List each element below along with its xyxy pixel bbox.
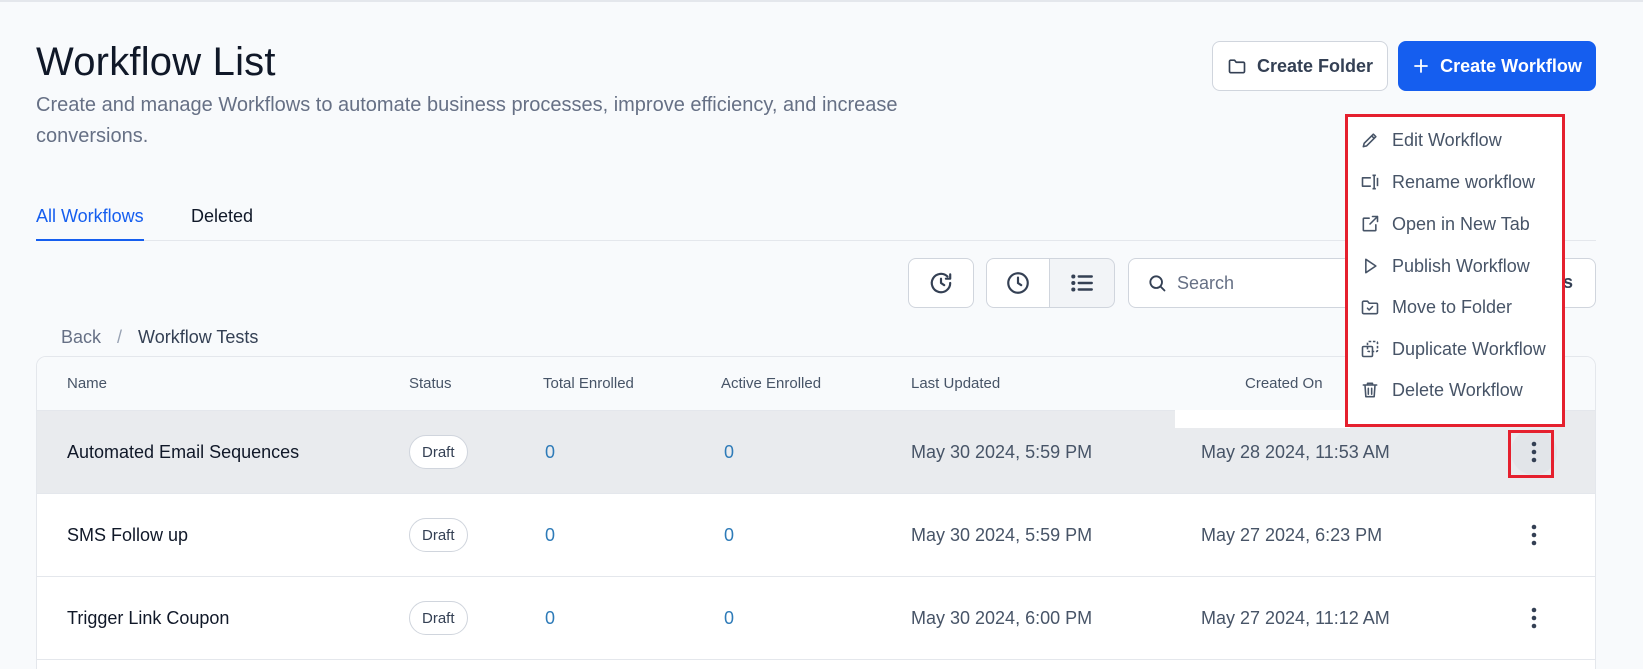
tab-all-workflows[interactable]: All Workflows — [36, 206, 144, 241]
column-header-last-updated[interactable]: Last Updated — [911, 375, 1000, 392]
row-actions-button[interactable] — [1511, 512, 1557, 558]
last-updated-date: May 30 2024, 5:59 PM — [911, 442, 1093, 462]
list-view-button[interactable] — [1049, 258, 1115, 308]
total-enrolled-count[interactable]: 0 — [545, 525, 555, 546]
workflow-name[interactable]: SMS Follow up — [67, 525, 188, 546]
menu-item-label: Publish Workflow — [1392, 255, 1530, 276]
status-badge: Draft — [409, 435, 468, 469]
table-row[interactable]: SMS Follow up Draft 0 0 May 30 2024, 5:5… — [37, 494, 1595, 577]
highlight-annotation-box — [1508, 430, 1554, 478]
create-folder-label: Create Folder — [1256, 55, 1374, 76]
total-enrolled-count[interactable]: 0 — [545, 608, 555, 629]
menu-item-edit-workflow[interactable]: Edit Workflow — [1360, 125, 1502, 155]
menu-item-label: Open in New Tab — [1392, 213, 1530, 234]
last-updated-date: May 30 2024, 6:00 PM — [911, 608, 1093, 628]
menu-item-label: Delete Workflow — [1392, 379, 1523, 400]
breadcrumb: Back / Workflow Tests — [61, 327, 258, 348]
create-workflow-button[interactable]: Create Workflow — [1398, 41, 1596, 91]
more-vertical-icon — [1531, 524, 1537, 546]
trash-icon — [1362, 382, 1378, 398]
breadcrumb-current: Workflow Tests — [138, 327, 259, 347]
workflow-name[interactable]: Automated Email Sequences — [67, 442, 299, 463]
history-icon — [930, 272, 952, 294]
status-badge: Draft — [409, 601, 468, 635]
menu-item-open-new-tab[interactable]: Open in New Tab — [1360, 209, 1530, 239]
column-header-total-enrolled[interactable]: Total Enrolled — [543, 375, 634, 392]
menu-shadow-panel — [1175, 410, 1350, 428]
row-actions-menu: Edit Workflow Rename workflow Open in Ne… — [1345, 114, 1565, 427]
duplicate-icon — [1361, 340, 1379, 358]
status-badge: Draft — [409, 518, 468, 552]
create-folder-button[interactable]: Create Folder — [1212, 41, 1388, 91]
menu-item-label: Duplicate Workflow — [1392, 338, 1546, 359]
history-button[interactable] — [908, 258, 974, 308]
active-enrolled-count[interactable]: 0 — [724, 608, 734, 629]
created-on-date: May 27 2024, 11:12 AM — [1201, 608, 1390, 628]
row-actions-button[interactable] — [1511, 595, 1557, 641]
page-description: Create and manage Workflows to automate … — [36, 94, 898, 147]
last-updated-date: May 30 2024, 5:59 PM — [911, 525, 1093, 545]
menu-item-rename-workflow[interactable]: Rename workflow — [1360, 167, 1535, 197]
clock-icon — [1007, 272, 1029, 294]
more-vertical-icon — [1531, 607, 1537, 629]
table-row[interactable]: Trigger Link Coupon Draft 0 0 May 30 202… — [37, 577, 1595, 660]
folder-icon — [1228, 59, 1246, 74]
list-icon — [1071, 274, 1093, 292]
page-title: Workflow List — [36, 40, 276, 84]
column-header-active-enrolled[interactable]: Active Enrolled — [721, 375, 821, 392]
tab-deleted[interactable]: Deleted — [191, 206, 253, 239]
menu-item-label: Edit Workflow — [1392, 129, 1502, 150]
workflow-name[interactable]: Trigger Link Coupon — [67, 608, 229, 629]
play-icon — [1365, 258, 1377, 274]
breadcrumb-separator: / — [117, 327, 123, 347]
menu-item-duplicate-workflow[interactable]: Duplicate Workflow — [1360, 334, 1546, 364]
active-enrolled-count[interactable]: 0 — [724, 442, 734, 463]
total-enrolled-count[interactable]: 0 — [545, 442, 555, 463]
clock-view-button[interactable] — [986, 258, 1050, 308]
folder-check-icon — [1361, 300, 1379, 315]
menu-item-label: Rename workflow — [1392, 171, 1536, 192]
column-header-status[interactable]: Status — [409, 375, 452, 392]
plus-icon — [1414, 59, 1429, 73]
created-on-date: May 27 2024, 6:23 PM — [1201, 525, 1383, 545]
menu-item-label: Move to Folder — [1392, 296, 1513, 317]
external-link-icon — [1362, 215, 1379, 232]
menu-item-publish-workflow[interactable]: Publish Workflow — [1360, 251, 1530, 281]
column-header-name[interactable]: Name — [67, 375, 107, 392]
created-on-date: May 28 2024, 11:53 AM — [1201, 442, 1390, 462]
create-workflow-label: Create Workflow — [1440, 55, 1582, 76]
menu-item-delete-workflow[interactable]: Delete Workflow — [1360, 375, 1523, 405]
breadcrumb-back-link[interactable]: Back — [61, 327, 101, 348]
active-enrolled-count[interactable]: 0 — [724, 525, 734, 546]
search-icon — [1149, 275, 1166, 292]
top-divider — [0, 0, 1643, 2]
pencil-icon — [1362, 133, 1377, 148]
column-header-created-on[interactable]: Created On — [1245, 375, 1323, 392]
rename-icon — [1361, 174, 1379, 190]
menu-item-move-to-folder[interactable]: Move to Folder — [1360, 292, 1512, 322]
